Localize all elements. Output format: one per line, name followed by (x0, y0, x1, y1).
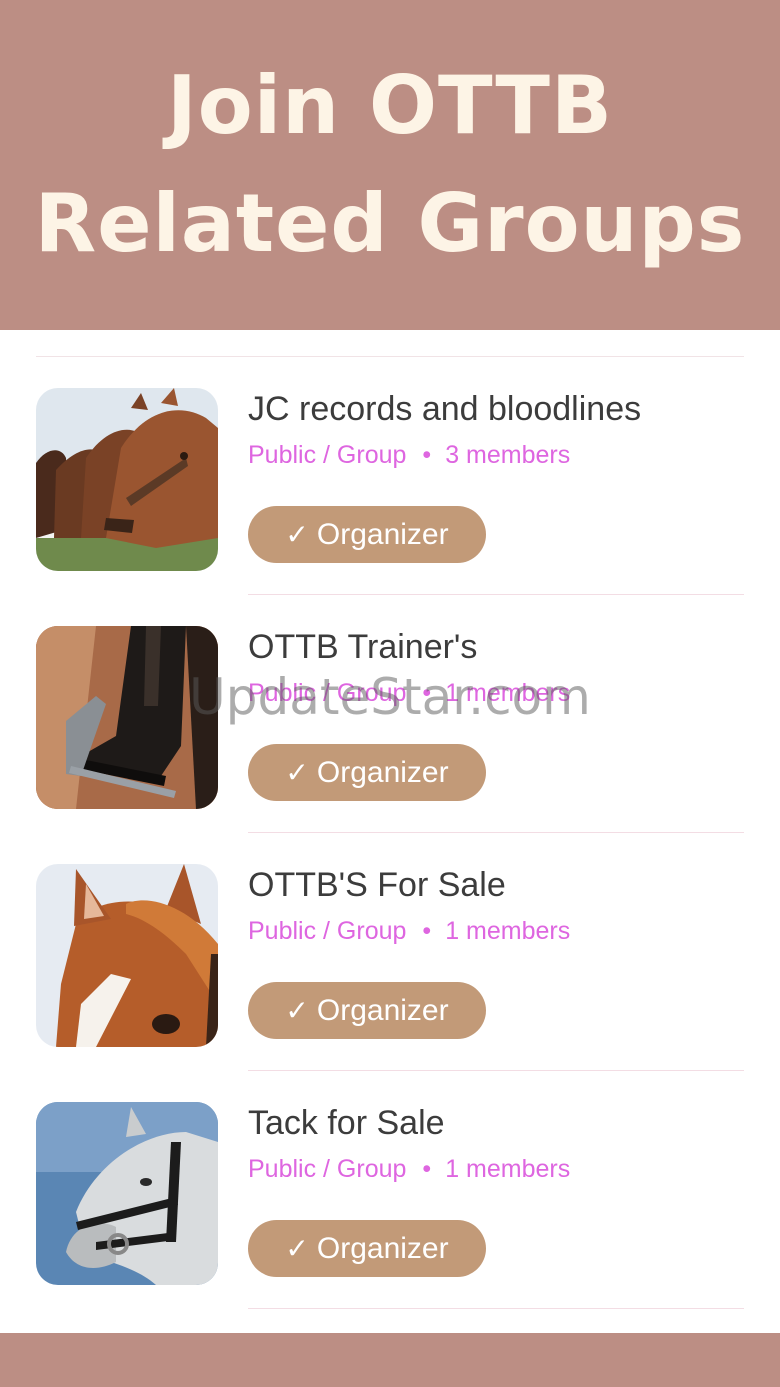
organizer-button[interactable]: ✓ Organizer (248, 506, 486, 563)
page-title-line-2: Related Groups (34, 177, 746, 270)
group-privacy: Public / Group (248, 917, 407, 945)
group-name[interactable]: OTTB Trainer's (248, 628, 477, 667)
riding-boot-stirrup-image (36, 626, 218, 809)
meta-separator: • (422, 441, 432, 469)
organizer-button-label: Organizer (316, 755, 449, 789)
group-name[interactable]: OTTB'S For Sale (248, 866, 506, 905)
group-meta: Public / Group • 1 members (248, 679, 570, 708)
chestnut-horse-head-image (36, 864, 218, 1047)
group-meta: Public / Group • 3 members (248, 441, 570, 470)
group-thumbnail[interactable] (36, 388, 218, 571)
group-list-item[interactable]: Tack for Sale Public / Group • 1 members ✓… (0, 1071, 780, 1309)
organizer-button-label: Organizer (316, 517, 449, 551)
grey-horse-bridle-image (36, 1102, 218, 1285)
checkmark-icon: ✓ (285, 757, 309, 788)
group-thumbnail[interactable] (36, 864, 218, 1047)
row-divider (248, 1308, 744, 1309)
group-privacy: Public / Group (248, 1155, 407, 1183)
page-title-line-1: Join OTTB (167, 59, 613, 152)
group-name[interactable]: JC records and bloodlines (248, 390, 641, 429)
member-count: 1 members (445, 1155, 571, 1183)
header-banner: Join OTTB Related Groups (0, 0, 780, 330)
member-count: 1 members (445, 917, 571, 945)
group-meta: Public / Group • 1 members (248, 917, 570, 946)
horses-at-fence-image (36, 388, 218, 571)
meta-separator: • (422, 1155, 432, 1183)
group-list-item[interactable]: OTTB Trainer's Public / Group • 1 members … (0, 595, 780, 833)
group-list-item[interactable]: JC records and bloodlines Public / Group… (0, 357, 780, 595)
checkmark-icon: ✓ (285, 519, 309, 550)
organizer-button[interactable]: ✓ Organizer (248, 982, 486, 1039)
group-name[interactable]: Tack for Sale (248, 1104, 445, 1143)
member-count: 3 members (445, 441, 571, 469)
group-meta: Public / Group • 1 members (248, 1155, 570, 1184)
meta-separator: • (422, 917, 432, 945)
meta-separator: • (422, 679, 432, 707)
member-count: 1 members (445, 679, 571, 707)
checkmark-icon: ✓ (285, 1233, 309, 1264)
organizer-button[interactable]: ✓ Organizer (248, 1220, 486, 1277)
organizer-button-label: Organizer (316, 993, 449, 1027)
group-privacy: Public / Group (248, 679, 407, 707)
group-thumbnail[interactable] (36, 1102, 218, 1285)
checkmark-icon: ✓ (285, 995, 309, 1026)
organizer-button[interactable]: ✓ Organizer (248, 744, 486, 801)
group-privacy: Public / Group (248, 441, 407, 469)
organizer-button-label: Organizer (316, 1231, 449, 1265)
group-list-item[interactable]: OTTB'S For Sale Public / Group • 1 members… (0, 833, 780, 1071)
group-thumbnail[interactable] (36, 626, 218, 809)
bottom-bar (0, 1333, 780, 1387)
